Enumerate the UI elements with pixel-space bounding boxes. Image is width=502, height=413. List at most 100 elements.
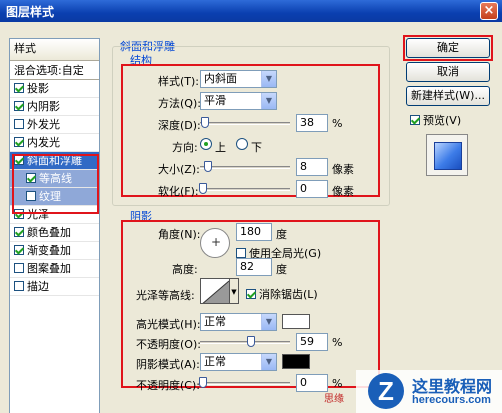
soften-unit: 像素 <box>332 185 354 198</box>
style-item-label: 纹理 <box>39 190 61 203</box>
angle-unit: 度 <box>276 228 287 241</box>
style-list-item[interactable]: 内阴影 <box>10 98 99 116</box>
style-item-label: 渐变叠加 <box>27 244 71 257</box>
depth-slider-thumb[interactable] <box>201 117 209 128</box>
new-style-button[interactable]: 新建样式(W)... <box>406 86 490 106</box>
ok-button[interactable]: 确定 <box>406 38 490 58</box>
style-preview <box>426 134 468 176</box>
angle-dial[interactable] <box>200 228 230 258</box>
soften-slider-thumb[interactable] <box>199 183 207 194</box>
highlight-opacity-input[interactable]: 59 <box>296 333 328 351</box>
preview-swatch <box>434 142 462 170</box>
style-list-item[interactable]: 投影 <box>10 80 99 98</box>
style-item-checkbox[interactable] <box>14 209 24 219</box>
style-list-item[interactable]: 颜色叠加 <box>10 224 99 242</box>
size-slider-thumb[interactable] <box>204 161 212 172</box>
angle-label: 角度(N): <box>158 228 201 241</box>
shadow-opacity-track[interactable] <box>200 382 290 385</box>
size-input[interactable]: 8 <box>296 158 328 176</box>
style-item-checkbox[interactable] <box>14 281 24 291</box>
preview-checkbox-row[interactable]: 预览(V) <box>410 112 461 128</box>
highlight-mode-select[interactable]: 正常 ▼ <box>200 313 277 331</box>
style-item-checkbox[interactable] <box>14 101 24 111</box>
shading-title: 阴影 <box>128 208 154 224</box>
size-slider-track[interactable] <box>200 166 290 169</box>
style-item-label: 等高线 <box>39 172 72 185</box>
chevron-down-icon: ▼ <box>261 71 276 87</box>
highlight-opacity-track[interactable] <box>200 341 290 344</box>
style-select-value: 内斜面 <box>204 72 237 85</box>
highlight-color-swatch[interactable] <box>282 314 310 329</box>
style-item-checkbox[interactable] <box>14 119 24 129</box>
dialog-body: 样式 混合选项:自定 投影 内阴影 外发光 内发光 斜面和浮雕 等高线 纹理 光泽 颜色叠加 渐变… <box>0 22 502 413</box>
soften-label: 软化(F): <box>158 185 199 198</box>
style-item-checkbox[interactable] <box>14 83 24 93</box>
style-item-label: 外发光 <box>27 118 60 131</box>
preview-checkbox[interactable] <box>410 115 420 125</box>
style-item-checkbox[interactable] <box>26 173 36 183</box>
style-list-item[interactable]: 描边 <box>10 278 99 296</box>
style-item-label: 内阴影 <box>27 100 60 113</box>
depth-label: 深度(D): <box>158 119 201 132</box>
style-item-checkbox[interactable] <box>14 155 24 165</box>
style-list-item[interactable]: 渐变叠加 <box>10 242 99 260</box>
technique-select[interactable]: 平滑 ▼ <box>200 92 277 110</box>
technique-label: 方法(Q): <box>158 97 201 110</box>
style-item-checkbox[interactable] <box>14 227 24 237</box>
highlight-opacity-thumb[interactable] <box>247 336 256 347</box>
soften-slider-track[interactable] <box>200 188 290 191</box>
antialias-checkbox-row[interactable]: 消除锯齿(L) <box>246 286 318 302</box>
antialias-checkbox[interactable] <box>246 289 256 299</box>
depth-slider-track[interactable] <box>200 122 290 125</box>
angle-input[interactable]: 180 <box>236 223 272 241</box>
watermark-en: herecours.com <box>412 394 491 406</box>
direction-down-radio[interactable] <box>236 138 248 150</box>
style-list-item[interactable]: 外发光 <box>10 116 99 134</box>
style-list-item[interactable]: 内发光 <box>10 134 99 152</box>
cancel-button[interactable]: 取消 <box>406 62 490 82</box>
style-select[interactable]: 内斜面 ▼ <box>200 70 277 88</box>
direction-up-label: 上 <box>215 141 226 154</box>
style-list-item[interactable]: 等高线 <box>10 170 99 188</box>
style-item-label: 颜色叠加 <box>27 226 71 239</box>
close-button[interactable]: × <box>480 2 498 20</box>
altitude-input[interactable]: 82 <box>236 258 272 276</box>
direction-up-radio[interactable] <box>200 138 212 150</box>
style-list-item[interactable]: 光泽 <box>10 206 99 224</box>
watermark: Z 这里教程网 herecours.com <box>356 370 502 413</box>
style-item-label: 图案叠加 <box>27 262 71 275</box>
highlight-mode-label: 高光模式(H): <box>136 318 201 331</box>
shadow-color-swatch[interactable] <box>282 354 310 369</box>
style-item-checkbox[interactable] <box>14 137 24 147</box>
global-light-checkbox[interactable] <box>236 248 246 258</box>
technique-select-value: 平滑 <box>204 94 226 107</box>
soften-input[interactable]: 0 <box>296 180 328 198</box>
watermark-signature: 思缘 <box>324 394 344 405</box>
style-label: 样式(T): <box>158 75 200 88</box>
depth-unit: % <box>332 117 343 130</box>
window-title: 图层样式 <box>6 5 55 19</box>
size-unit: 像素 <box>332 163 354 176</box>
style-item-checkbox[interactable] <box>26 191 36 201</box>
chevron-down-icon[interactable]: ▼ <box>230 278 239 304</box>
style-list-item[interactable]: 纹理 <box>10 188 99 206</box>
gloss-contour-picker[interactable] <box>200 278 230 304</box>
blend-options-item[interactable]: 混合选项:自定 <box>10 61 99 80</box>
contour-curve-icon <box>202 280 229 303</box>
shadow-mode-select[interactable]: 正常 ▼ <box>200 353 277 371</box>
style-item-checkbox[interactable] <box>14 245 24 255</box>
style-item-label: 斜面和浮雕 <box>27 154 82 167</box>
chevron-down-icon: ▼ <box>261 354 276 370</box>
shadow-opacity-unit: % <box>332 377 343 390</box>
style-list: 样式 混合选项:自定 投影 内阴影 外发光 内发光 斜面和浮雕 等高线 纹理 光泽 颜色叠加 渐变… <box>9 38 100 413</box>
shadow-opacity-label: 不透明度(C): <box>136 379 200 392</box>
style-list-item[interactable]: 图案叠加 <box>10 260 99 278</box>
altitude-unit: 度 <box>276 263 287 276</box>
shadow-mode-value: 正常 <box>204 355 226 368</box>
chevron-down-icon: ▼ <box>261 93 276 109</box>
shadow-opacity-thumb[interactable] <box>199 377 207 388</box>
style-item-checkbox[interactable] <box>14 263 24 273</box>
highlight-mode-value: 正常 <box>204 315 226 328</box>
style-list-item[interactable]: 斜面和浮雕 <box>10 152 99 170</box>
depth-input[interactable]: 38 <box>296 114 328 132</box>
